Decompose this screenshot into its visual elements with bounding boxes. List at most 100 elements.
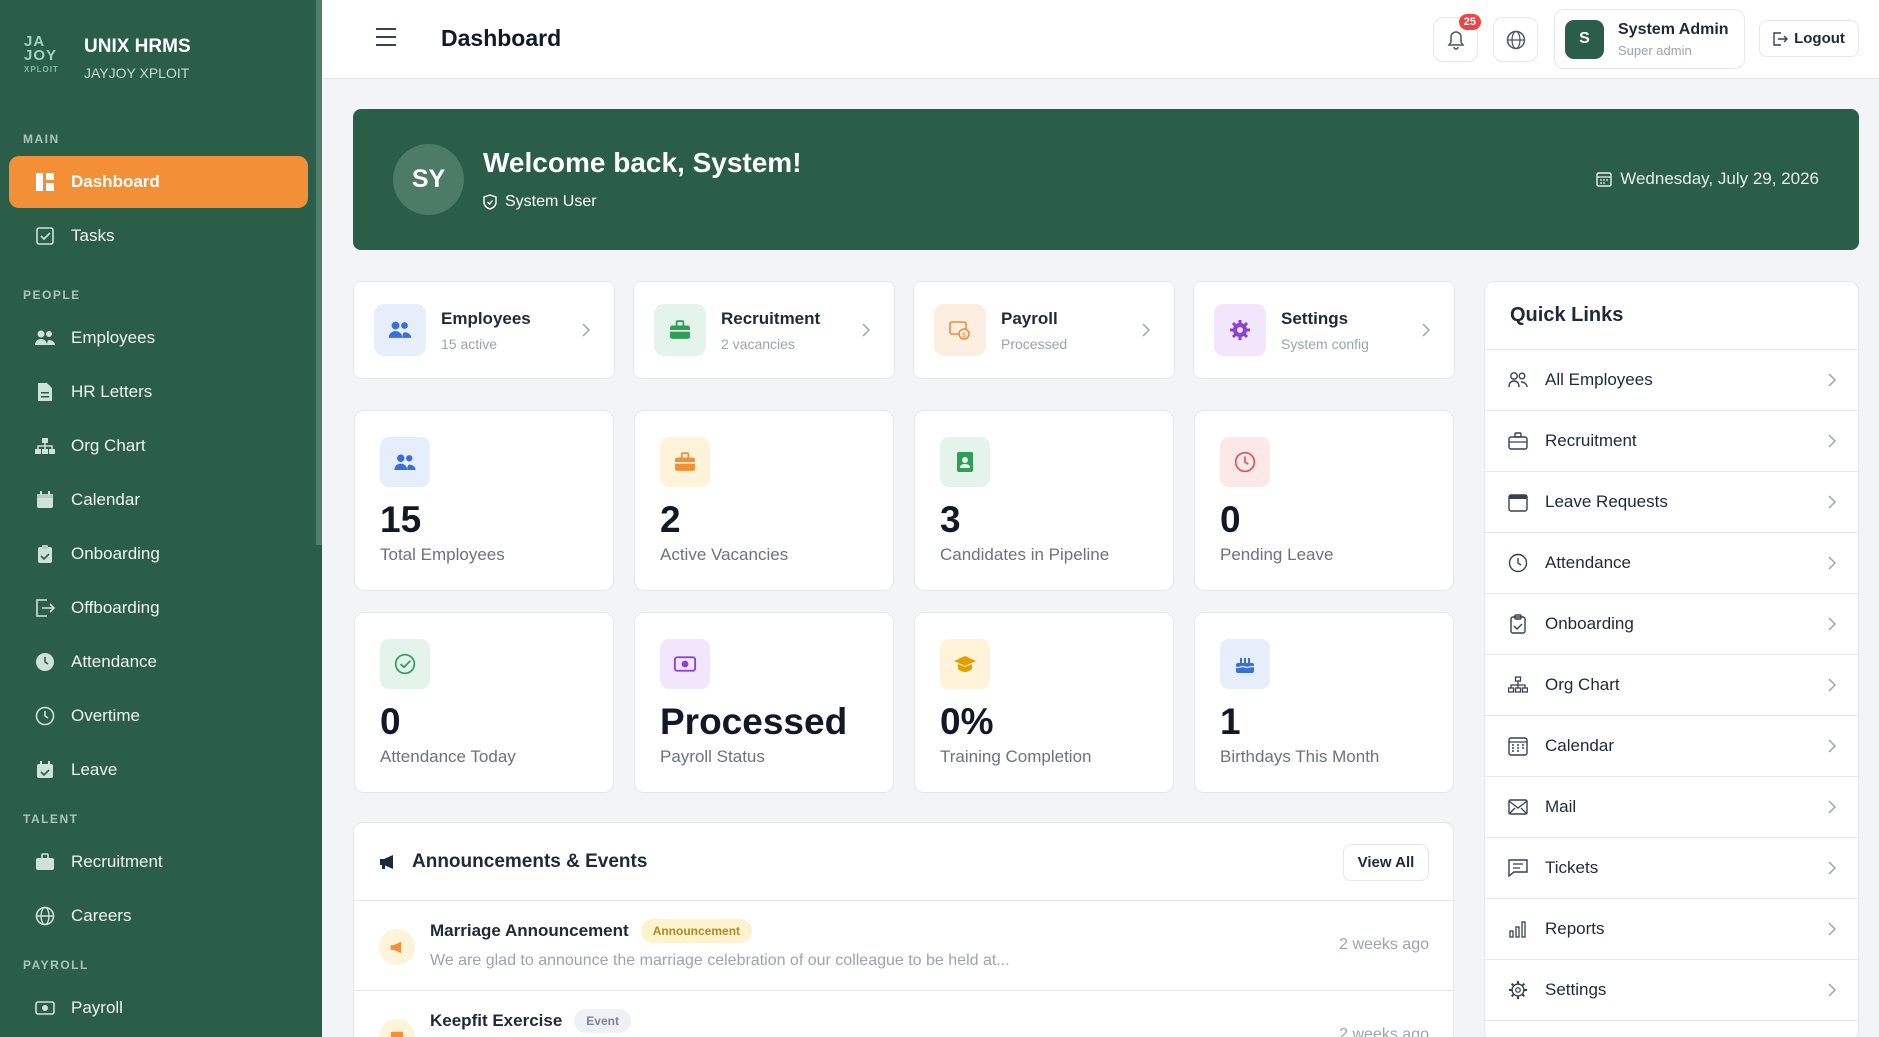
stat-value: 2 [660, 499, 681, 540]
current-date: Wednesday, July 29, 2026 [1596, 169, 1819, 189]
sidebar-item-org-chart[interactable]: Org Chart [9, 420, 308, 472]
notifications-button[interactable]: 25 [1433, 14, 1481, 62]
announcements-title: Announcements & Events [412, 850, 648, 872]
announcements-header: Announcements & Events View All [354, 823, 1453, 901]
quick-link-attendance[interactable]: Attendance [1485, 533, 1858, 594]
sidebar-item-offboarding[interactable]: Offboarding [9, 582, 308, 634]
stat-icon-box [380, 639, 430, 689]
sidebar-item-onboarding[interactable]: Onboarding [9, 528, 308, 580]
sidebar-item-careers[interactable]: Careers [9, 890, 308, 942]
stat-icon-box [1220, 437, 1270, 487]
sidebar-item-hr-letters[interactable]: HR Letters [9, 366, 308, 418]
calendar-icon [1596, 172, 1612, 187]
quick-link-all-employees[interactable]: All Employees [1485, 350, 1858, 411]
stat-card-attendance-today: 0 Attendance Today [354, 612, 614, 793]
module-title: Recruitment [721, 308, 821, 328]
clock-outline-icon [35, 706, 55, 726]
cake-icon [1235, 658, 1255, 673]
welcome-role: System User [483, 193, 597, 211]
logout-label: Logout [1794, 30, 1845, 47]
module-card-employees[interactable]: Employees 15 active [353, 281, 615, 379]
sidebar-section-main: MAIN [23, 132, 60, 146]
chevron-right-icon [1828, 617, 1836, 631]
calendar-grid-icon [1507, 735, 1529, 757]
avatar: SY [393, 144, 464, 215]
stat-icon-box [940, 437, 990, 487]
announcement-badge: Announcement [640, 919, 753, 943]
exit-icon [35, 598, 55, 618]
users-icon [1507, 369, 1529, 391]
module-icon-box: $ [934, 304, 986, 356]
announcement-title: Keepfit Exercise [430, 1011, 563, 1030]
sidebar-item-attendance[interactable]: Attendance [9, 636, 308, 688]
sidebar-item-calendar[interactable]: Calendar [9, 474, 308, 526]
brand[interactable]: JA JOY XPLOIT UNIX HRMS JAYJOY XPLOIT [0, 0, 322, 92]
topbar: Dashboard 25 S System Admin Super admin … [322, 0, 1879, 79]
quick-link-leave-requests[interactable]: Leave Requests [1485, 472, 1858, 533]
sidebar-item-label: Recruitment [71, 852, 163, 871]
sidebar-item-employees[interactable]: Employees [9, 312, 308, 364]
quick-link-reports[interactable]: Reports [1485, 899, 1858, 960]
stat-label: Total Employees [380, 545, 505, 564]
chevron-right-icon [1828, 678, 1836, 692]
stat-value: 0 [1220, 499, 1241, 540]
list-item[interactable]: Marriage Announcement Announcement We ar… [354, 901, 1453, 991]
language-button[interactable] [1493, 17, 1538, 62]
sidebar-item-leave[interactable]: Leave [9, 744, 308, 796]
menu-toggle-icon[interactable] [376, 28, 396, 46]
module-subtitle: 15 active [441, 335, 498, 352]
calendar-icon [1507, 491, 1529, 513]
check-circle-icon [394, 653, 416, 675]
quick-link-settings[interactable]: Settings [1485, 960, 1858, 1021]
module-card-settings[interactable]: Settings System config [1193, 281, 1455, 379]
stat-value: Processed [660, 701, 848, 742]
sidebar-item-dashboard[interactable]: Dashboard [9, 156, 308, 208]
users-icon [388, 321, 412, 338]
sidebar-item-overtime[interactable]: Overtime [9, 690, 308, 742]
chevron-right-icon [862, 323, 870, 337]
sidebar-scrollbar[interactable] [316, 0, 322, 545]
brand-logo: JA JOY XPLOIT [24, 34, 70, 81]
sidebar-item-payroll[interactable]: Payroll [9, 982, 308, 1034]
logout-button[interactable]: Logout [1759, 20, 1859, 57]
sidebar-item-recruitment[interactable]: Recruitment [9, 836, 308, 888]
stat-value: 3 [940, 499, 961, 540]
quick-link-calendar[interactable]: Calendar [1485, 716, 1858, 777]
clock-icon [1234, 451, 1256, 473]
list-item[interactable]: Keepfit Exercise Event 2 weeks ago [354, 991, 1453, 1037]
user-menu[interactable]: S System Admin Super admin [1554, 9, 1745, 69]
quick-link-mail[interactable]: Mail [1485, 777, 1858, 838]
sidebar-item-label: Leave [71, 760, 118, 779]
chevron-right-icon [1828, 739, 1836, 753]
stat-card-training-completion: 0% Training Completion [914, 612, 1174, 793]
quick-link-label: Reports [1545, 919, 1605, 938]
module-card-payroll[interactable]: $ Payroll Processed [913, 281, 1175, 379]
quick-link-label: Settings [1545, 980, 1607, 999]
stat-card-payroll-status: Processed Payroll Status [634, 612, 894, 793]
org-chart-icon [1507, 674, 1529, 696]
notification-count-badge: 25 [1458, 14, 1481, 30]
quick-link-recruitment[interactable]: Recruitment [1485, 411, 1858, 472]
bell-icon [1447, 30, 1464, 50]
view-all-button[interactable]: View All [1343, 844, 1429, 881]
module-card-recruitment[interactable]: Recruitment 2 vacancies [633, 281, 895, 379]
stat-icon-box [940, 639, 990, 689]
clock-icon [1507, 552, 1529, 574]
sidebar-item-tasks[interactable]: Tasks [9, 210, 308, 262]
stat-card-pending-leave: 0 Pending Leave [1194, 410, 1454, 591]
sidebar-item-label: Calendar [71, 490, 140, 509]
users-icon [35, 328, 55, 348]
sidebar-item-label: Offboarding [71, 598, 160, 617]
org-chart-icon [35, 436, 55, 456]
module-icon-box [654, 304, 706, 356]
quick-link-org-chart[interactable]: Org Chart [1485, 655, 1858, 716]
chevron-right-icon [1828, 983, 1836, 997]
chevron-right-icon [1142, 323, 1150, 337]
briefcase-icon [35, 852, 55, 872]
sidebar-item-label: Employees [71, 328, 156, 347]
mail-icon [1507, 796, 1529, 818]
stat-card-birthdays: 1 Birthdays This Month [1194, 612, 1454, 793]
quick-link-onboarding[interactable]: Onboarding [1485, 594, 1858, 655]
quick-link-tickets[interactable]: Tickets [1485, 838, 1858, 899]
module-title: Payroll [1001, 308, 1058, 328]
